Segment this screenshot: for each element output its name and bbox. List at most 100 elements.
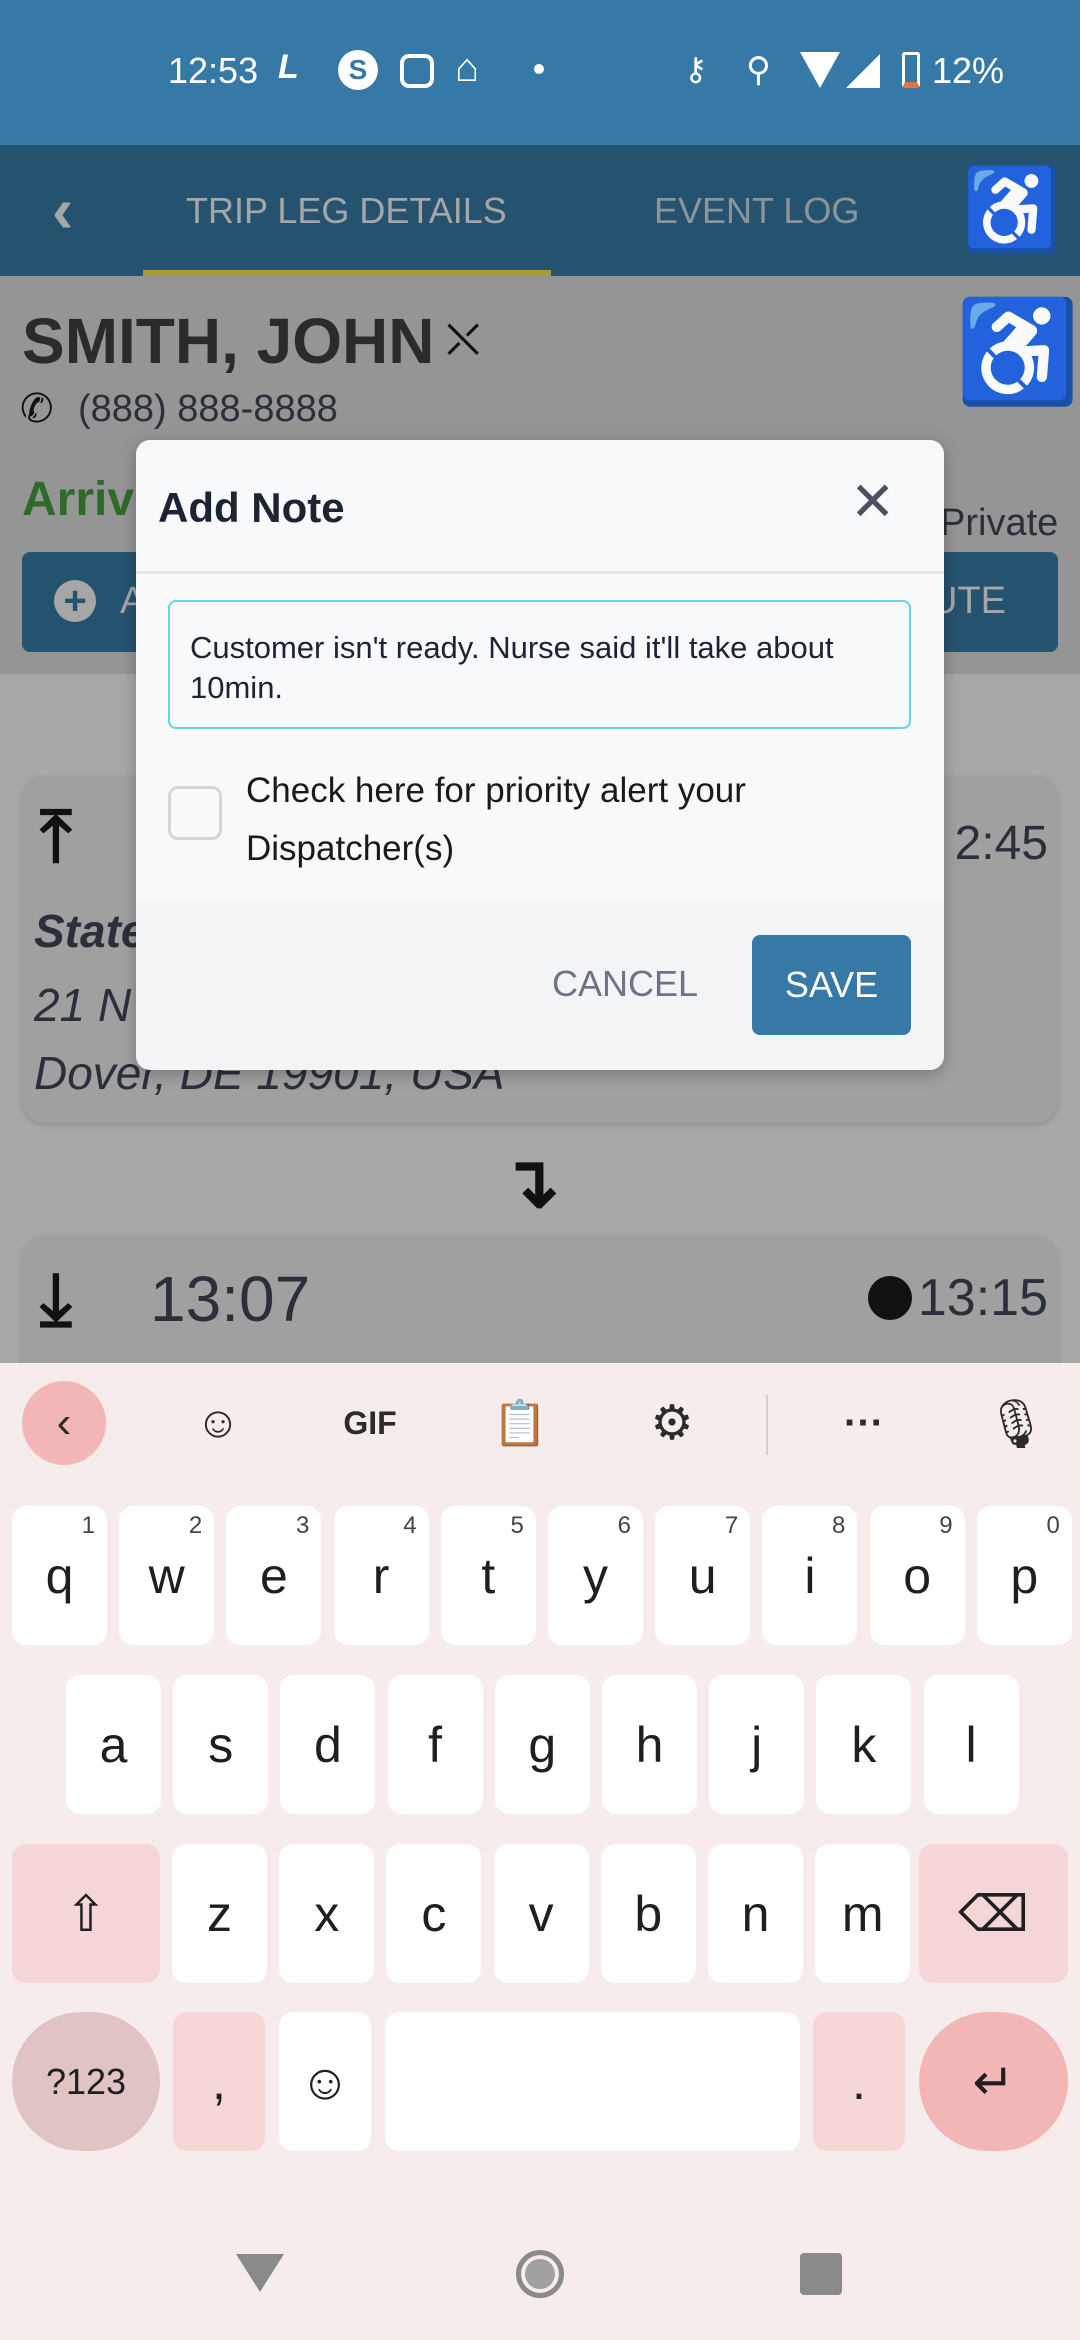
key-label: u	[688, 1547, 717, 1604]
key-label: r	[372, 1547, 390, 1604]
key-l[interactable]: l	[923, 1675, 1019, 1814]
key-j[interactable]: j	[709, 1675, 805, 1814]
key-i[interactable]: i8	[762, 1506, 858, 1645]
note-textarea[interactable]: Customer isn't ready. Nurse said it'll t…	[168, 600, 911, 729]
key-w[interactable]: w2	[119, 1506, 215, 1645]
cancel-button[interactable]: CANCEL	[552, 963, 698, 1005]
dropoff-eta: 13:15	[917, 1269, 1048, 1327]
key-z[interactable]: z	[172, 1844, 267, 1983]
key-label: l	[965, 1716, 977, 1773]
back-button[interactable]: ‹	[52, 173, 73, 247]
key-t[interactable]: t5	[440, 1506, 536, 1645]
key-label: b	[634, 1885, 663, 1942]
nav-back-icon[interactable]	[236, 2254, 284, 2292]
key-y[interactable]: y6	[548, 1506, 643, 1645]
keyboard-collapse-button[interactable]: ‹	[22, 1381, 106, 1465]
key-s[interactable]: s	[173, 1675, 269, 1814]
location-icon: ⚲	[746, 51, 771, 89]
key-d[interactable]: d	[280, 1675, 376, 1814]
key-label: g	[528, 1716, 557, 1773]
key-n[interactable]: n	[708, 1844, 803, 1983]
gif-button[interactable]: GIF	[330, 1393, 410, 1453]
key-q[interactable]: q1	[12, 1506, 107, 1645]
key-p[interactable]: p0	[976, 1506, 1072, 1645]
key-label: n	[741, 1885, 770, 1942]
plus-circle-icon: +	[54, 580, 96, 622]
home-icon: ⌂	[455, 46, 480, 90]
close-icon[interactable]: ✕	[850, 470, 895, 533]
symbols-key[interactable]: ?123	[12, 2012, 160, 2151]
key-label: k	[851, 1716, 877, 1773]
key-x[interactable]: x	[279, 1844, 375, 1983]
key-hint: 5	[510, 1512, 524, 1539]
no-companion-icon: ⛌	[446, 313, 481, 365]
battery-icon	[902, 52, 920, 88]
space-key[interactable]	[385, 2012, 800, 2151]
trip-direction-arrow-icon: ↴	[500, 1143, 561, 1223]
settings-gear-icon[interactable]: ⚙	[644, 1393, 700, 1453]
skype-icon: S	[338, 50, 378, 90]
pickup-location-name: State	[34, 905, 147, 957]
priority-alert-checkbox[interactable]	[168, 786, 222, 840]
wifi-icon	[800, 52, 840, 88]
dot-icon	[534, 64, 544, 74]
key-hint: 9	[939, 1512, 953, 1539]
nav-home-icon[interactable]	[516, 2250, 564, 2298]
key-m[interactable]: m	[815, 1844, 911, 1983]
enter-key[interactable]: ↵	[919, 2012, 1068, 2151]
key-e[interactable]: e3	[226, 1506, 322, 1645]
tab-event-log[interactable]: EVENT LOG	[654, 190, 859, 232]
status-time: 12:53	[168, 50, 259, 91]
backspace-key[interactable]: ⌫	[919, 1844, 1068, 1983]
microphone-icon[interactable]: 🎙	[986, 1393, 1047, 1453]
nav-recents-icon[interactable]	[800, 2253, 842, 2295]
key-hint: 0	[1046, 1512, 1060, 1539]
key-label: w	[148, 1547, 185, 1604]
key-label: d	[313, 1716, 342, 1773]
period-key[interactable]: .	[813, 2012, 905, 2151]
passenger-phone[interactable]: (888) 888-8888	[78, 388, 338, 431]
key-label: m	[841, 1885, 884, 1942]
dialog-footer: CANCEL SAVE	[136, 901, 944, 1070]
wheelchair-logo-icon: ♿	[962, 165, 1062, 254]
app-bar: ‹ TRIP LEG DETAILS EVENT LOG ♿	[0, 145, 1080, 276]
key-r[interactable]: r4	[333, 1506, 429, 1645]
key-label: h	[635, 1716, 664, 1773]
key-a[interactable]: a	[66, 1675, 161, 1814]
key-c[interactable]: c	[386, 1844, 482, 1983]
shift-key[interactable]: ⇧	[12, 1844, 160, 1983]
clock-icon	[868, 1276, 912, 1320]
add-note-dialog: Add Note ✕ Customer isn't ready. Nurse s…	[136, 440, 944, 1070]
key-f[interactable]: f	[387, 1675, 483, 1814]
dropoff-arrow-icon: ⤓	[40, 1259, 72, 1339]
tab-trip-leg-details[interactable]: TRIP LEG DETAILS	[186, 190, 507, 232]
key-hint: 8	[832, 1512, 846, 1539]
save-button[interactable]: SAVE	[752, 935, 911, 1035]
passenger-name: SMITH, JOHN	[22, 305, 435, 377]
status-bar: 12:53 L S ⌂ ⚷ ⚲ 12%	[0, 0, 1080, 145]
key-b[interactable]: b	[600, 1844, 696, 1983]
key-hint: 2	[188, 1512, 203, 1539]
more-options-icon[interactable]: ···	[836, 1393, 892, 1453]
comma-key[interactable]: ,	[173, 2012, 265, 2151]
key-label: v	[528, 1885, 554, 1942]
emoji-key[interactable]: ☺	[279, 2012, 371, 2151]
key-o[interactable]: o9	[869, 1506, 965, 1645]
key-u[interactable]: u7	[655, 1506, 751, 1645]
payer-type: Private	[940, 502, 1059, 544]
key-h[interactable]: h	[602, 1675, 697, 1814]
dialog-header: Add Note ✕	[136, 440, 944, 574]
vpn-key-icon: ⚷	[684, 51, 708, 87]
key-label: y	[583, 1547, 608, 1604]
priority-alert-label[interactable]: Check here for priority alert your Dispa…	[246, 762, 866, 878]
key-k[interactable]: k	[816, 1675, 912, 1814]
key-hint: 7	[724, 1512, 739, 1539]
clipboard-icon[interactable]: 📋	[492, 1393, 548, 1453]
sticker-icon[interactable]: ☺	[190, 1393, 246, 1453]
key-g[interactable]: g	[494, 1675, 590, 1814]
key-v[interactable]: v	[493, 1844, 589, 1983]
key-hint: 3	[296, 1512, 310, 1539]
wheelchair-icon: ♿	[955, 296, 1080, 408]
key-label: o	[903, 1547, 931, 1604]
dropoff-time: 13:07	[150, 1263, 311, 1335]
